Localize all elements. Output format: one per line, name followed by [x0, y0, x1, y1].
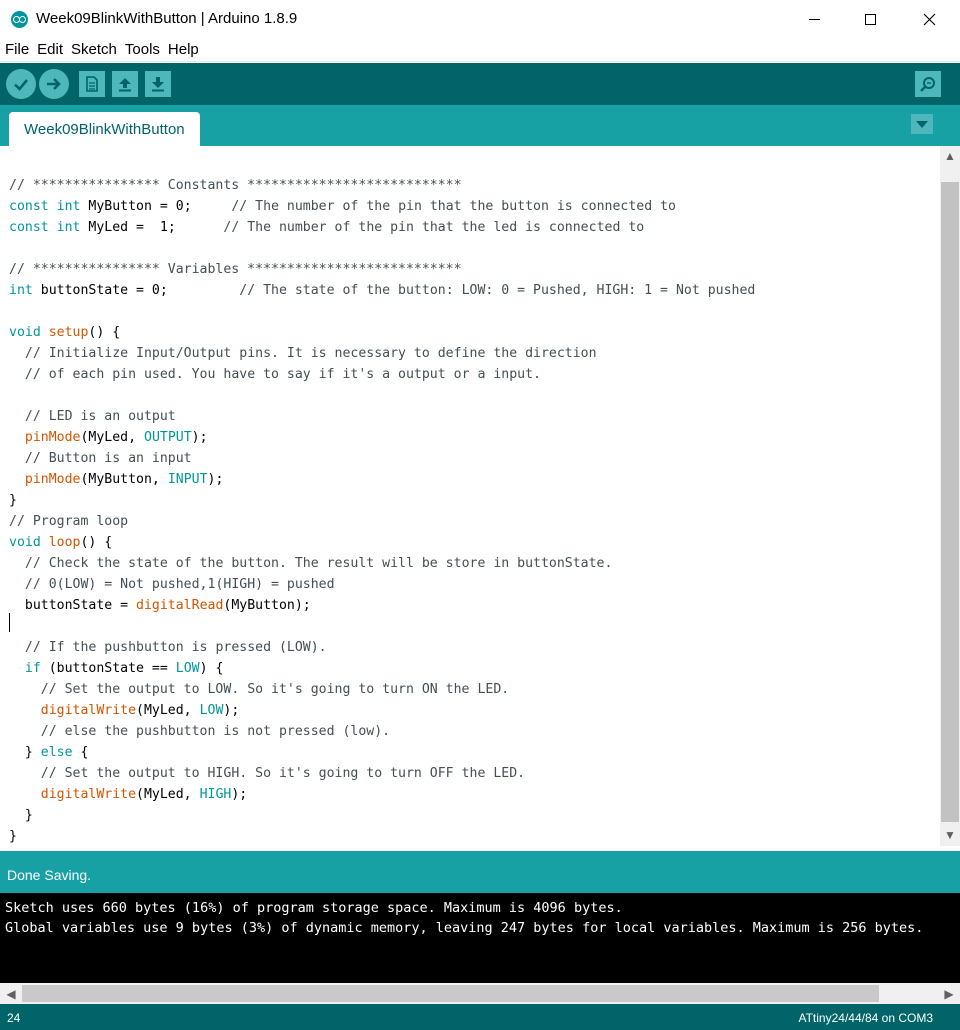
console-line: Sketch uses 660 bytes (16%) of program s…: [5, 900, 623, 916]
menu-edit[interactable]: Edit: [37, 41, 63, 58]
window-title: Week09BlinkWithButton | Arduino 1.8.9: [36, 10, 298, 27]
console-horizontal-scrollbar[interactable]: ◀ ▶: [0, 983, 960, 1004]
menu-help[interactable]: Help: [168, 41, 199, 58]
code-text[interactable]: // **************** Constants **********…: [9, 175, 755, 846]
code-line[interactable]: // Program loop: [9, 511, 755, 532]
code-line[interactable]: // **************** Variables **********…: [9, 259, 755, 280]
code-line[interactable]: if (buttonState == LOW) {: [9, 658, 755, 679]
code-line[interactable]: // Set the output to HIGH. So it's going…: [9, 763, 755, 784]
minimize-button[interactable]: [791, 0, 837, 38]
code-line[interactable]: digitalWrite(MyLed, HIGH);: [9, 784, 755, 805]
console-line: Global variables use 9 bytes (3%) of dyn…: [5, 920, 924, 936]
code-line[interactable]: }: [9, 805, 755, 826]
code-line[interactable]: void loop() {: [9, 532, 755, 553]
console-scroll-thumb[interactable]: [22, 985, 879, 1002]
text-cursor: [9, 613, 10, 632]
tab-menu-button[interactable]: [911, 114, 933, 134]
code-line[interactable]: void setup() {: [9, 322, 755, 343]
code-line[interactable]: [9, 385, 755, 406]
code-line[interactable]: // else the pushbutton is not pressed (l…: [9, 721, 755, 742]
arrow-right-icon: [47, 78, 61, 90]
scroll-left-arrow-icon[interactable]: ◀: [1, 985, 21, 1003]
menu-file[interactable]: File: [5, 41, 29, 58]
console-output[interactable]: Sketch uses 660 bytes (16%) of program s…: [0, 893, 960, 983]
code-line[interactable]: [9, 616, 755, 637]
code-line[interactable]: // of each pin used. You have to say if …: [9, 364, 755, 385]
tab-bar: Week09BlinkWithButton: [0, 105, 960, 146]
code-line[interactable]: // Check the state of the button. The re…: [9, 553, 755, 574]
code-line[interactable]: int buttonState = 0; // The state of the…: [9, 280, 755, 301]
code-line[interactable]: // Set the output to LOW. So it's going …: [9, 679, 755, 700]
code-line[interactable]: [9, 238, 755, 259]
code-line[interactable]: // 0(LOW) = Not pushed,1(HIGH) = pushed: [9, 574, 755, 595]
code-line[interactable]: }: [9, 826, 755, 846]
code-line[interactable]: // LED is an output: [9, 406, 755, 427]
status-bar: Done Saving.: [0, 851, 960, 893]
code-line[interactable]: const int MyLed = 1; // The number of th…: [9, 217, 755, 238]
minimize-icon: [808, 18, 820, 20]
line-number: 24: [7, 1011, 21, 1025]
title-bar: Week09BlinkWithButton | Arduino 1.8.9: [0, 0, 960, 38]
code-editor[interactable]: // **************** Constants **********…: [0, 146, 940, 846]
menu-sketch[interactable]: Sketch: [71, 41, 117, 58]
upload-button[interactable]: [39, 69, 69, 99]
serial-monitor-button[interactable]: [915, 71, 941, 97]
scroll-up-arrow-icon[interactable]: ▲: [940, 147, 960, 165]
menu-bar: File Edit Sketch Tools Help: [0, 38, 960, 62]
code-line[interactable]: // If the pushbutton is pressed (LOW).: [9, 637, 755, 658]
arduino-logo-icon: [11, 11, 28, 28]
code-line[interactable]: // **************** Constants **********…: [9, 175, 755, 196]
save-sketch-button[interactable]: [145, 71, 171, 97]
triangle-down-icon: [916, 120, 928, 128]
toolbar: [0, 63, 960, 105]
open-sketch-button[interactable]: [112, 71, 138, 97]
code-line[interactable]: pinMode(MyLed, OUTPUT);: [9, 427, 755, 448]
verify-button[interactable]: [6, 69, 36, 99]
code-line[interactable]: buttonState = digitalRead(MyButton);: [9, 595, 755, 616]
code-line[interactable]: // Button is an input: [9, 448, 755, 469]
magnifier-icon: [920, 77, 935, 92]
board-port-info: ATtiny24/44/84 on COM3: [798, 1011, 933, 1025]
status-message: Done Saving.: [7, 867, 92, 883]
code-line[interactable]: [9, 301, 755, 322]
arrow-up-icon: [119, 78, 131, 92]
menu-tools[interactable]: Tools: [125, 41, 160, 58]
code-line[interactable]: } else {: [9, 742, 755, 763]
maximize-icon: [864, 13, 876, 25]
new-sketch-button[interactable]: [79, 71, 105, 97]
maximize-button[interactable]: [847, 0, 893, 38]
code-line[interactable]: const int MyButton = 0; // The number of…: [9, 196, 755, 217]
code-line[interactable]: digitalWrite(MyLed, LOW);: [9, 700, 755, 721]
scroll-down-arrow-icon[interactable]: ▼: [940, 826, 960, 844]
document-icon: [86, 76, 98, 92]
scroll-right-arrow-icon[interactable]: ▶: [939, 985, 959, 1003]
arrow-down-icon: [152, 77, 164, 92]
editor-vertical-scrollbar[interactable]: ▲ ▼: [940, 146, 960, 846]
code-line[interactable]: // Initialize Input/Output pins. It is n…: [9, 343, 755, 364]
close-icon: [923, 13, 935, 25]
code-line[interactable]: pinMode(MyButton, INPUT);: [9, 469, 755, 490]
tab-sketch[interactable]: Week09BlinkWithButton: [9, 112, 200, 146]
footer-bar: 24 ATtiny24/44/84 on COM3: [0, 1004, 960, 1030]
editor-scroll-thumb[interactable]: [941, 182, 959, 822]
close-button[interactable]: [906, 0, 952, 38]
code-line[interactable]: }: [9, 490, 755, 511]
checkmark-icon: [14, 79, 28, 91]
